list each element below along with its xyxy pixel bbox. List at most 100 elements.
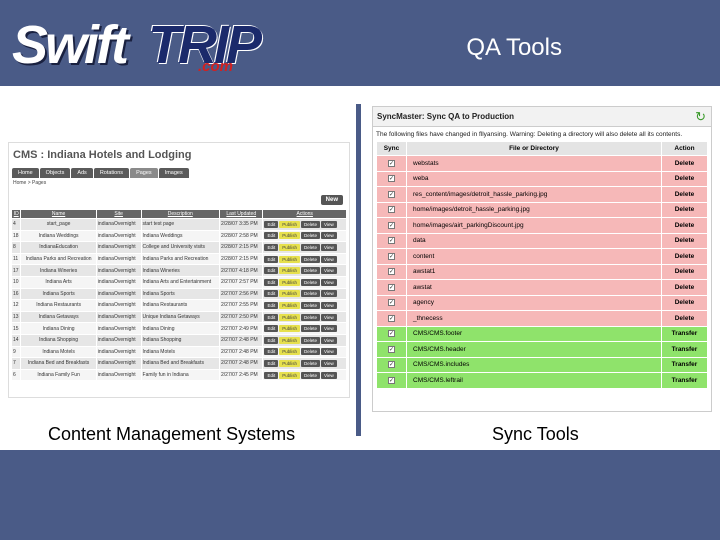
tab-rotations[interactable]: Rotations bbox=[93, 168, 130, 178]
sync-checkbox[interactable]: ✓ bbox=[388, 206, 395, 214]
sync-checkbox[interactable]: ✓ bbox=[388, 237, 395, 245]
publish-button[interactable]: Publish bbox=[279, 243, 301, 251]
view-button[interactable]: View bbox=[321, 278, 337, 286]
edit-button[interactable]: Edit bbox=[264, 371, 279, 379]
view-button[interactable]: View bbox=[321, 267, 337, 275]
tab-images[interactable]: Images bbox=[158, 168, 189, 178]
sync-action[interactable]: Delete bbox=[661, 217, 708, 234]
tab-pages[interactable]: Pages bbox=[130, 168, 158, 178]
edit-button[interactable]: Edit bbox=[264, 313, 279, 321]
publish-button[interactable]: Publish bbox=[279, 220, 301, 228]
publish-button[interactable]: Publish bbox=[279, 290, 301, 298]
delete-button[interactable]: Delete bbox=[301, 371, 321, 379]
publish-button[interactable]: Publish bbox=[279, 348, 301, 356]
sync-action[interactable]: Delete bbox=[661, 201, 708, 218]
edit-button[interactable]: Edit bbox=[264, 301, 279, 309]
sync-action[interactable]: Delete bbox=[661, 294, 708, 311]
view-button[interactable]: View bbox=[321, 336, 337, 344]
sync-action[interactable]: Transfer bbox=[661, 356, 708, 373]
publish-button[interactable]: Publish bbox=[279, 336, 301, 344]
publish-button[interactable]: Publish bbox=[279, 255, 301, 263]
publish-button[interactable]: Publish bbox=[279, 371, 301, 379]
delete-button[interactable]: Delete bbox=[301, 255, 321, 263]
delete-button[interactable]: Delete bbox=[301, 301, 321, 309]
edit-button[interactable]: Edit bbox=[264, 267, 279, 275]
publish-button[interactable]: Publish bbox=[279, 325, 301, 333]
sync-action[interactable]: Delete bbox=[661, 232, 708, 249]
view-button[interactable]: View bbox=[321, 301, 337, 309]
view-button[interactable]: View bbox=[321, 220, 337, 228]
sync-action[interactable]: Delete bbox=[661, 263, 708, 280]
sync-action[interactable]: Delete bbox=[661, 170, 708, 187]
delete-button[interactable]: Delete bbox=[301, 243, 321, 251]
sync-checkbox[interactable]: ✓ bbox=[388, 221, 395, 229]
publish-button[interactable]: Publish bbox=[279, 267, 301, 275]
sync-checkbox[interactable]: ✓ bbox=[388, 190, 395, 198]
sync-action[interactable]: Delete bbox=[661, 279, 708, 296]
publish-button[interactable]: Publish bbox=[279, 313, 301, 321]
edit-button[interactable]: Edit bbox=[264, 336, 279, 344]
view-button[interactable]: View bbox=[321, 290, 337, 298]
edit-button[interactable]: Edit bbox=[264, 255, 279, 263]
sync-checkbox[interactable]: ✓ bbox=[388, 159, 395, 167]
sync-checkbox[interactable]: ✓ bbox=[388, 283, 395, 291]
delete-button[interactable]: Delete bbox=[301, 325, 321, 333]
edit-button[interactable]: Edit bbox=[264, 220, 279, 228]
column-header[interactable]: Actions bbox=[262, 209, 347, 219]
publish-button[interactable]: Publish bbox=[279, 359, 301, 367]
sync-checkbox[interactable]: ✓ bbox=[388, 252, 395, 260]
sync-checkbox[interactable]: ✓ bbox=[388, 175, 395, 183]
edit-button[interactable]: Edit bbox=[264, 359, 279, 367]
sync-action[interactable]: Delete bbox=[661, 248, 708, 265]
sync-checkbox[interactable]: ✓ bbox=[388, 314, 395, 322]
column-header[interactable]: Description bbox=[140, 209, 221, 219]
tab-home[interactable]: Home bbox=[12, 168, 39, 178]
sync-checkbox[interactable]: ✓ bbox=[388, 361, 395, 369]
delete-button[interactable]: Delete bbox=[301, 348, 321, 356]
view-button[interactable]: View bbox=[321, 325, 337, 333]
delete-button[interactable]: Delete bbox=[301, 290, 321, 298]
delete-button[interactable]: Delete bbox=[301, 336, 321, 344]
view-button[interactable]: View bbox=[321, 255, 337, 263]
edit-button[interactable]: Edit bbox=[264, 290, 279, 298]
delete-button[interactable]: Delete bbox=[301, 278, 321, 286]
view-button[interactable]: View bbox=[321, 348, 337, 356]
publish-button[interactable]: Publish bbox=[279, 301, 301, 309]
edit-button[interactable]: Edit bbox=[264, 232, 279, 240]
column-header[interactable]: ID bbox=[10, 209, 22, 219]
sync-action[interactable]: Transfer bbox=[661, 325, 708, 342]
sync-checkbox[interactable]: ✓ bbox=[388, 345, 395, 353]
edit-button[interactable]: Edit bbox=[264, 348, 279, 356]
view-button[interactable]: View bbox=[321, 359, 337, 367]
sync-action[interactable]: Transfer bbox=[661, 341, 708, 358]
sync-action[interactable]: Delete bbox=[661, 155, 708, 172]
column-header[interactable]: Name bbox=[20, 209, 97, 219]
view-button[interactable]: View bbox=[321, 232, 337, 240]
delete-button[interactable]: Delete bbox=[301, 359, 321, 367]
view-button[interactable]: View bbox=[321, 313, 337, 321]
breadcrumb[interactable]: Home > Pages bbox=[13, 180, 46, 186]
delete-button[interactable]: Delete bbox=[301, 267, 321, 275]
sync-action[interactable]: Delete bbox=[661, 186, 708, 203]
edit-button[interactable]: Edit bbox=[264, 278, 279, 286]
edit-button[interactable]: Edit bbox=[264, 325, 279, 333]
tab-objects[interactable]: Objects bbox=[39, 168, 71, 178]
column-header[interactable]: Site bbox=[95, 209, 142, 219]
sync-checkbox[interactable]: ✓ bbox=[388, 376, 395, 384]
view-button[interactable]: View bbox=[321, 371, 337, 379]
sync-action[interactable]: Delete bbox=[661, 310, 708, 327]
edit-button[interactable]: Edit bbox=[264, 243, 279, 251]
sync-action[interactable]: Transfer bbox=[661, 372, 708, 389]
sync-checkbox[interactable]: ✓ bbox=[388, 299, 395, 307]
sync-checkbox[interactable]: ✓ bbox=[388, 268, 395, 276]
delete-button[interactable]: Delete bbox=[301, 313, 321, 321]
view-button[interactable]: View bbox=[321, 243, 337, 251]
tab-ads[interactable]: Ads bbox=[71, 168, 93, 178]
column-header[interactable]: Last Updated bbox=[218, 209, 264, 219]
publish-button[interactable]: Publish bbox=[279, 232, 301, 240]
delete-button[interactable]: Delete bbox=[301, 220, 321, 228]
sync-checkbox[interactable]: ✓ bbox=[388, 330, 395, 338]
delete-button[interactable]: Delete bbox=[301, 232, 321, 240]
publish-button[interactable]: Publish bbox=[279, 278, 301, 286]
refresh-icon[interactable]: ↻ bbox=[695, 109, 706, 125]
